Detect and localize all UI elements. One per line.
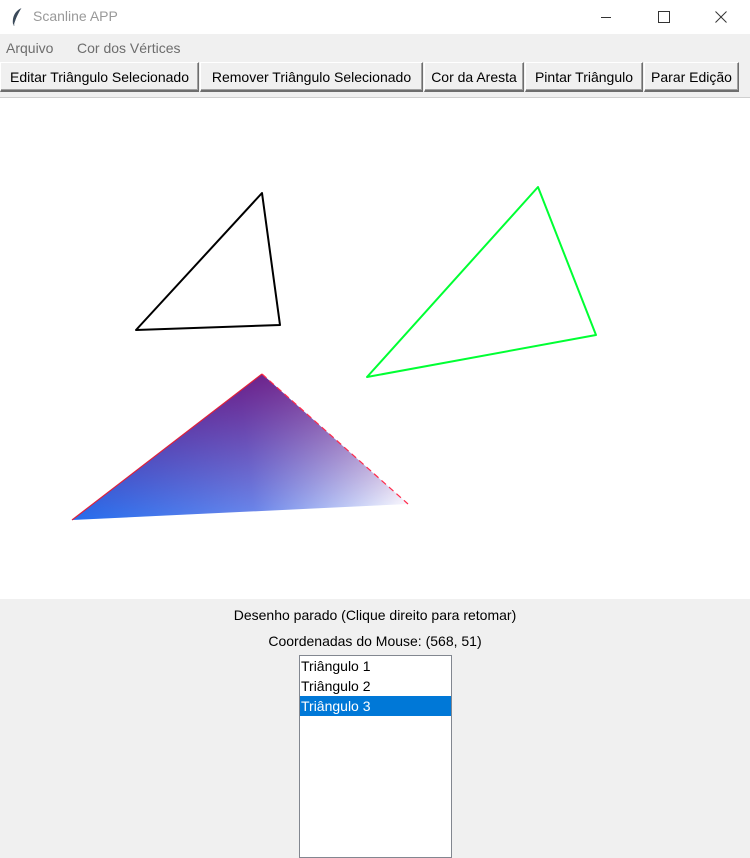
list-item-triangle-2[interactable]: Triângulo 2 <box>300 676 451 696</box>
edge-color-button[interactable]: Cor da Aresta <box>424 62 524 92</box>
maximize-button[interactable] <box>635 0 693 34</box>
toolbar: Editar Triângulo Selecionado Remover Tri… <box>0 61 750 96</box>
menu-cor-dos-vertices[interactable]: Cor dos Vértices <box>77 40 180 56</box>
menu-bar: Arquivo Cor dos Vértices <box>0 36 750 60</box>
feather-icon <box>10 7 24 27</box>
stop-editing-button[interactable]: Parar Edição <box>644 62 739 92</box>
window-title: Scanline APP <box>33 8 118 24</box>
mouse-coordinates-label: Coordenadas do Mouse: (568, 51) <box>268 633 482 649</box>
triangle-1 <box>135 192 281 331</box>
triangle-listbox[interactable]: Triângulo 1 Triângulo 2 Triângulo 3 <box>299 655 452 858</box>
minimize-icon <box>601 17 611 18</box>
app-window: Scanline APP Arquivo Cor dos Vértices Ed… <box>0 0 750 858</box>
remove-triangle-button[interactable]: Remover Triângulo Selecionado <box>200 62 423 92</box>
drawing-status-label: Desenho parado (Clique direito para reto… <box>233 607 517 623</box>
triangle-2 <box>366 186 597 378</box>
paint-triangle-button[interactable]: Pintar Triângulo <box>525 62 643 92</box>
close-button[interactable] <box>692 0 750 34</box>
list-item-triangle-1[interactable]: Triângulo 1 <box>300 656 451 676</box>
minimize-button[interactable] <box>577 0 635 34</box>
triangle-3 <box>71 373 409 521</box>
drawing-canvas[interactable] <box>0 97 750 599</box>
edit-triangle-button[interactable]: Editar Triângulo Selecionado <box>0 62 199 92</box>
menu-arquivo[interactable]: Arquivo <box>6 40 53 56</box>
list-item-triangle-3[interactable]: Triângulo 3 <box>300 696 451 716</box>
maximize-icon <box>658 11 670 23</box>
close-icon <box>715 11 727 23</box>
title-bar[interactable]: Scanline APP <box>0 0 750 34</box>
canvas-svg <box>71 186 597 521</box>
